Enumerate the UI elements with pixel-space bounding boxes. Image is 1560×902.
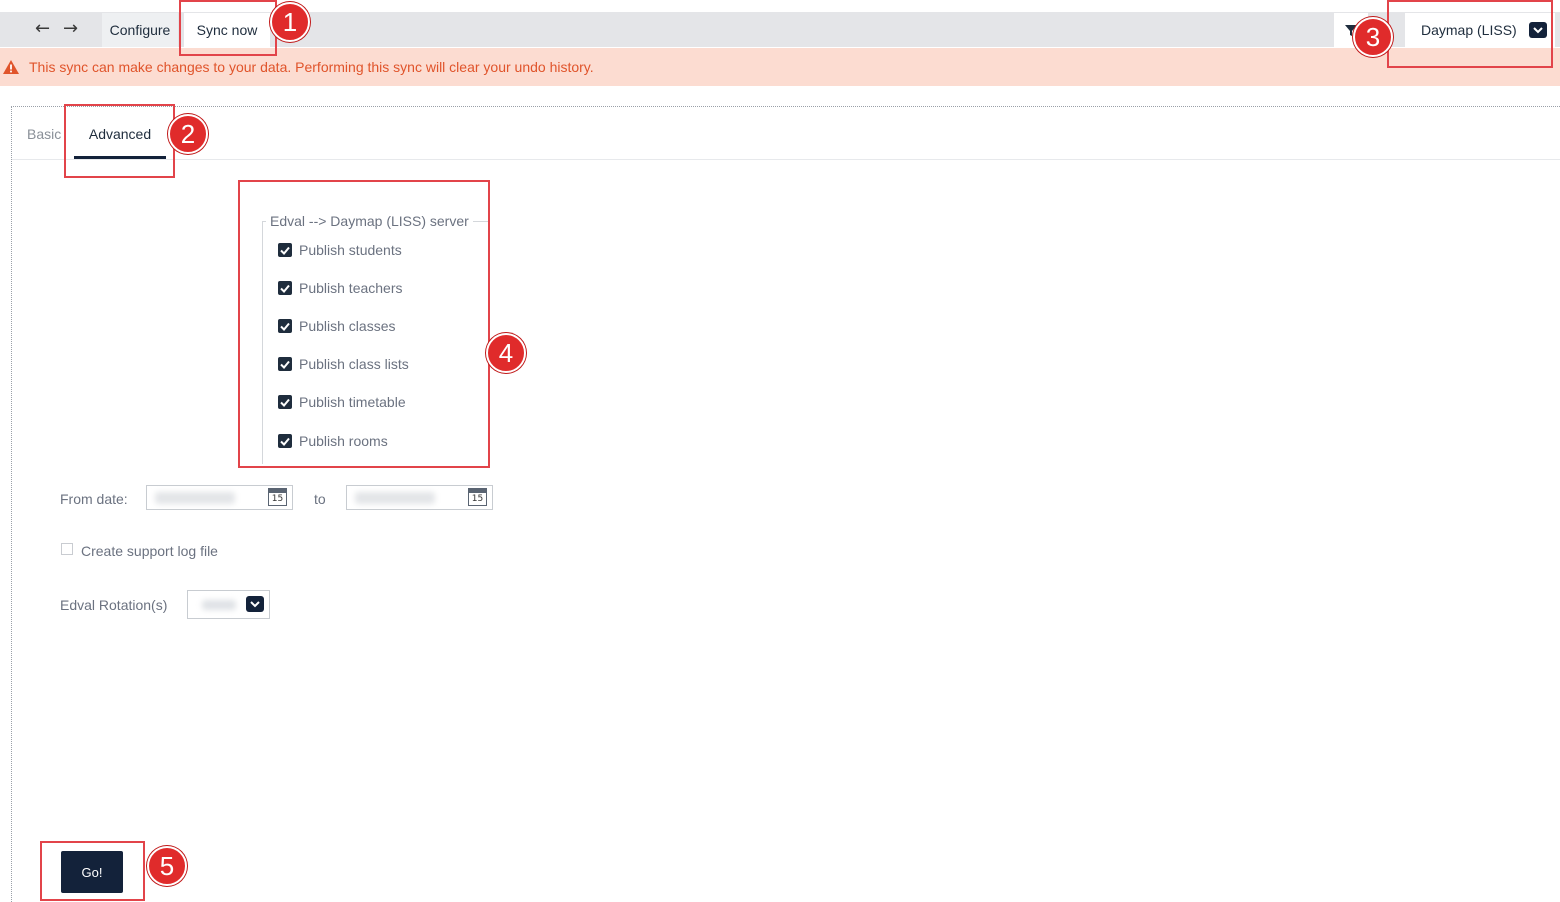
- callout-number-3: 3: [1353, 17, 1393, 57]
- callout-box-publish-options: [238, 180, 490, 468]
- callout-box-go-button: [40, 841, 145, 901]
- support-log-label[interactable]: Create support log file: [81, 543, 218, 559]
- tab-configure[interactable]: Configure: [102, 13, 178, 47]
- from-date-label: From date:: [60, 491, 128, 507]
- tabs-divider: [12, 159, 1560, 160]
- to-date-input[interactable]: 15: [346, 485, 493, 510]
- callout-number-5: 5: [147, 846, 187, 886]
- calendar-day: 15: [471, 494, 484, 504]
- to-label: to: [314, 491, 326, 507]
- forward-arrow-icon[interactable]: →: [63, 20, 78, 38]
- rotation-value-redacted: [202, 600, 236, 610]
- tab-basic[interactable]: Basic: [27, 126, 61, 142]
- to-date-value-redacted: [355, 492, 435, 504]
- calendar-icon[interactable]: 15: [468, 488, 487, 506]
- callout-box-system-select: [1387, 0, 1553, 68]
- chevron-down-icon: [246, 596, 264, 612]
- from-date-value-redacted: [155, 492, 235, 504]
- tab-configure-label: Configure: [109, 22, 171, 38]
- callout-box-sync-now: [179, 0, 277, 56]
- back-arrow-icon[interactable]: ←: [35, 20, 50, 38]
- calendar-icon[interactable]: 15: [268, 488, 287, 506]
- callout-number-4: 4: [486, 333, 526, 373]
- callout-number-1: 1: [270, 2, 310, 42]
- calendar-day: 15: [271, 494, 284, 504]
- warning-icon: [3, 60, 19, 74]
- rotation-label: Edval Rotation(s): [60, 597, 168, 613]
- callout-number-2: 2: [168, 114, 208, 154]
- warning-text: This sync can make changes to your data.…: [29, 59, 594, 75]
- support-log-checkbox[interactable]: [61, 543, 73, 555]
- rotation-select[interactable]: [187, 590, 270, 619]
- callout-box-advanced-tab: [64, 104, 175, 178]
- from-date-input[interactable]: 15: [146, 485, 293, 510]
